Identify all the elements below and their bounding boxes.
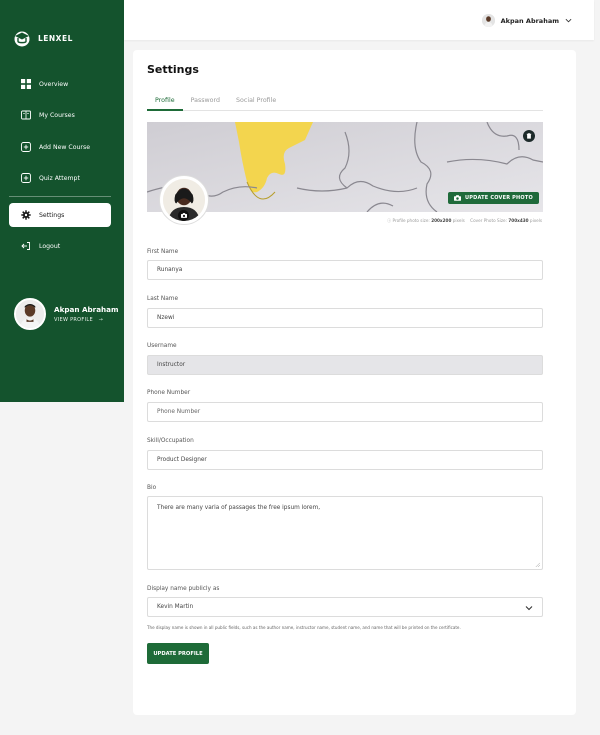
phone-field[interactable]: Phone Number [147, 402, 543, 422]
settings-card: Settings Profile Password Social Profile [133, 50, 576, 715]
brand-logo[interactable]: LENXEL [12, 28, 73, 48]
tab-profile[interactable]: Profile [147, 97, 183, 111]
phone-placeholder: Phone Number [157, 409, 201, 415]
bio-textarea[interactable]: There are many varia of passages the fre… [147, 496, 543, 570]
logout-icon [21, 242, 30, 250]
resize-handle-icon[interactable] [535, 562, 540, 567]
hint-cover-size: 700x430 [508, 218, 529, 223]
sidebar-item-label: Quiz Attempt [39, 174, 80, 182]
change-photo-button[interactable] [178, 210, 189, 221]
sidebar-item-label: Overview [39, 80, 69, 88]
skill-field[interactable]: Product Designer [147, 450, 543, 470]
book-icon [21, 110, 31, 120]
tab-password[interactable]: Password [183, 97, 228, 111]
topbar: Akpan Abraham [124, 0, 594, 40]
plus-square-icon [21, 142, 31, 152]
sidebar-item-label: Settings [39, 211, 65, 219]
info-icon: ⓘ [387, 218, 392, 223]
arrow-right-icon: → [98, 317, 104, 323]
camera-icon [180, 213, 187, 218]
user-menu[interactable]: Akpan Abraham [481, 14, 572, 27]
profile-name: Akpan Abraham [54, 305, 119, 314]
sidebar: LENXEL Overview My Courses Add New Cours… [0, 0, 124, 402]
sidebar-item-add-new-course[interactable]: Add New Course [9, 135, 111, 159]
username-label: Username [147, 343, 177, 349]
first-name-label: First Name [147, 249, 179, 255]
gear-icon [21, 210, 31, 220]
hint-photo-prefix: Profile photo size: [392, 218, 430, 223]
view-profile-link[interactable]: VIEW PROFILE → [54, 317, 119, 323]
phone-label: Phone Number [147, 390, 191, 396]
display-name-label: Display name publicly as [147, 586, 220, 592]
sidebar-item-my-courses[interactable]: My Courses [9, 103, 111, 127]
sidebar-item-logout[interactable]: Logout [9, 234, 111, 258]
tab-social-profile[interactable]: Social Profile [228, 97, 284, 111]
user-avatar [481, 14, 495, 27]
hint-photo-size: 200x200 [431, 218, 452, 223]
sidebar-item-label: Logout [39, 242, 61, 250]
sidebar-item-label: My Courses [39, 111, 75, 119]
plus-square-icon [21, 173, 31, 183]
update-cover-photo-button[interactable]: UPDATE COVER PHOTO [448, 192, 539, 204]
sidebar-item-settings[interactable]: Settings [9, 203, 111, 227]
display-name-value: Kevin Martin [157, 604, 194, 610]
sidebar-item-overview[interactable]: Overview [9, 72, 111, 96]
graduation-cap-icon [14, 31, 30, 47]
skill-label: Skill/Occupation [147, 438, 194, 444]
last-name-field[interactable]: Nzewi [147, 308, 543, 328]
user-name: Akpan Abraham [500, 16, 559, 25]
sidebar-item-label: Add New Course [39, 143, 91, 151]
page-title: Settings [147, 63, 199, 76]
skill-value: Product Designer [157, 457, 207, 463]
first-name-value: Runanya [157, 267, 183, 273]
sidebar-divider [9, 196, 111, 197]
update-profile-button[interactable]: UPDATE PROFILE [147, 643, 209, 664]
camera-icon [454, 195, 461, 201]
hint-photo-suffix: pixels [452, 218, 465, 223]
username-value: Instructor [157, 362, 186, 368]
chevron-down-icon [565, 18, 572, 23]
hint-cover-suffix: pixels [529, 218, 542, 223]
hint-cover-prefix: Cover Photo Size: [470, 218, 508, 223]
display-name-select[interactable]: Kevin Martin [147, 597, 543, 617]
settings-tabs: Profile Password Social Profile [147, 97, 543, 111]
view-profile-label: VIEW PROFILE [54, 317, 93, 323]
last-name-label: Last Name [147, 296, 179, 302]
bio-label: Bio [147, 485, 157, 491]
grid-icon [21, 79, 31, 89]
chevron-down-icon [525, 606, 533, 611]
brand-name: LENXEL [38, 33, 73, 43]
avatar [14, 298, 46, 330]
last-name-value: Nzewi [157, 315, 175, 321]
update-cover-photo-label: UPDATE COVER PHOTO [465, 195, 533, 201]
delete-cover-button[interactable] [523, 130, 535, 142]
bio-value: There are many varia of passages the fre… [157, 505, 321, 511]
sidebar-item-quiz-attempt[interactable]: Quiz Attempt [9, 166, 111, 190]
photo-size-hint: ⓘ Profile photo size: 200x200 pixels Cov… [387, 218, 542, 224]
display-name-note: The display name is shown in all public … [147, 625, 461, 630]
sidebar-profile[interactable]: Akpan Abraham VIEW PROFILE → [14, 298, 119, 330]
first-name-field[interactable]: Runanya [147, 260, 543, 280]
trash-icon [526, 133, 532, 139]
username-field: Instructor [147, 355, 543, 375]
